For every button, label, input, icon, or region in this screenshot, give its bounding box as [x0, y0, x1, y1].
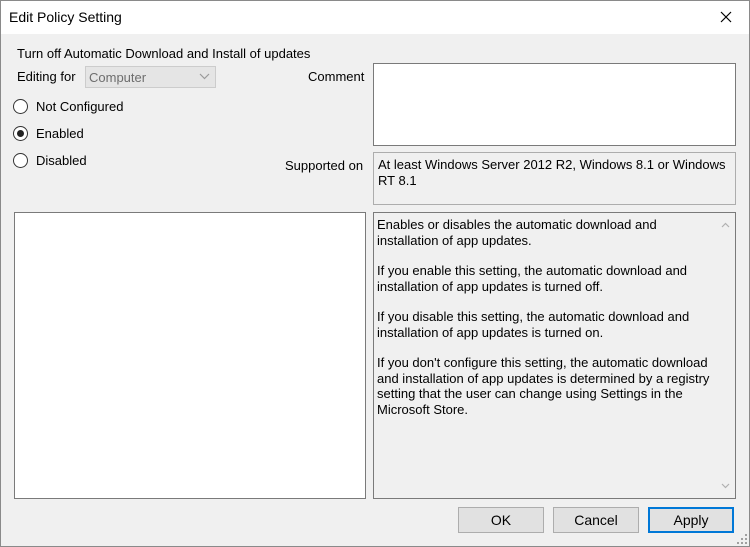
help-pane[interactable]: Enables or disables the automatic downlo…	[373, 212, 736, 499]
help-paragraph: If you don't configure this setting, the…	[377, 355, 710, 417]
close-icon	[720, 11, 732, 23]
help-paragraph: Enables or disables the automatic downlo…	[377, 217, 657, 248]
title-bar[interactable]: Edit Policy Setting	[1, 1, 749, 34]
policy-name: Turn off Automatic Download and Install …	[17, 46, 311, 61]
radio-not-configured[interactable]: Not Configured	[13, 99, 123, 114]
radio-button[interactable]	[13, 153, 28, 168]
editing-for-value: Computer	[89, 70, 147, 85]
radio-enabled[interactable]: Enabled	[13, 126, 84, 141]
chevron-up-icon	[721, 222, 729, 228]
radio-button[interactable]	[13, 99, 28, 114]
help-scrollbar[interactable]	[715, 213, 735, 498]
editing-for-dropdown: Computer	[85, 66, 216, 88]
radio-label: Not Configured	[36, 99, 124, 114]
radio-button[interactable]	[13, 126, 28, 141]
options-pane	[14, 212, 366, 499]
edit-policy-dialog: Edit Policy Setting Turn off Automatic D…	[0, 0, 750, 547]
radio-label: Disabled	[36, 153, 87, 168]
help-paragraph: If you enable this setting, the automati…	[377, 263, 688, 294]
apply-button[interactable]: Apply	[648, 507, 734, 533]
help-text: Enables or disables the automatic downlo…	[377, 217, 713, 432]
radio-label: Enabled	[36, 126, 84, 141]
help-paragraph: If you disable this setting, the automat…	[377, 309, 690, 340]
cancel-button[interactable]: Cancel	[553, 507, 639, 533]
supported-on-label: Supported on	[285, 158, 364, 173]
close-button[interactable]	[703, 1, 749, 33]
scroll-down-button[interactable]	[715, 476, 735, 496]
comment-input[interactable]	[373, 63, 736, 146]
window-title: Edit Policy Setting	[9, 9, 122, 25]
scroll-up-button[interactable]	[715, 215, 735, 235]
ok-button[interactable]: OK	[458, 507, 544, 533]
resize-grip-icon[interactable]	[736, 533, 748, 545]
radio-disabled[interactable]: Disabled	[13, 153, 87, 168]
chevron-down-icon	[721, 483, 729, 489]
comment-label: Comment	[308, 69, 365, 84]
editing-for-label: Editing for	[17, 69, 76, 84]
chevron-down-icon	[199, 73, 210, 80]
supported-on-value: At least Windows Server 2012 R2, Windows…	[373, 152, 736, 205]
